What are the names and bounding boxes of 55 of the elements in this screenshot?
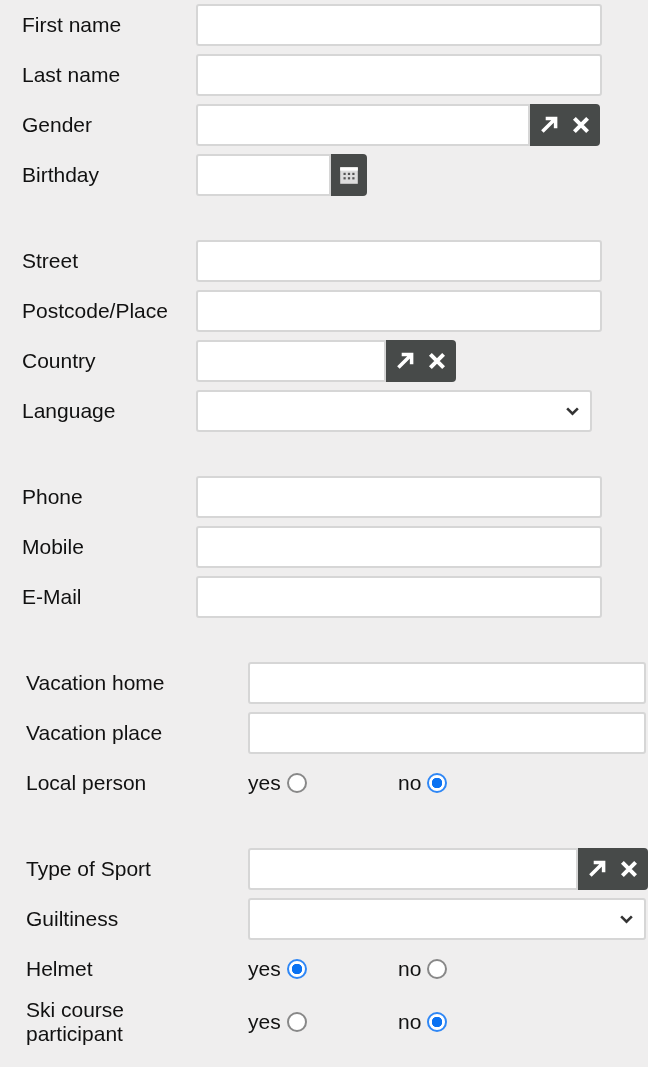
close-icon[interactable] <box>618 858 640 880</box>
radio-button[interactable] <box>427 773 448 793</box>
text-field[interactable] <box>248 712 646 754</box>
option-label: no <box>398 1010 422 1034</box>
arrow-icon[interactable] <box>586 858 608 880</box>
field-label: Last name <box>22 63 122 87</box>
field-label: Local person <box>25 771 148 795</box>
field-label: Vacation home <box>25 671 166 695</box>
radio-button[interactable] <box>286 959 307 979</box>
text-field[interactable] <box>196 526 602 568</box>
field-label: Birthday <box>22 163 101 187</box>
field-label: Guiltiness <box>25 907 120 931</box>
arrow-icon[interactable] <box>538 114 560 136</box>
option-label: yes <box>248 771 281 795</box>
field-label: Gender <box>22 113 94 137</box>
option-label: no <box>398 957 422 981</box>
lookup-field[interactable] <box>196 104 530 146</box>
option-label: no <box>398 771 422 795</box>
text-field[interactable] <box>248 662 646 704</box>
dropdown[interactable] <box>196 390 592 432</box>
option-label: yes <box>248 1010 281 1034</box>
date-field[interactable] <box>196 154 331 196</box>
option-label: yes <box>248 957 281 981</box>
arrow-icon[interactable] <box>394 350 416 372</box>
field-label: Ski course participant <box>25 998 126 1046</box>
field-label: First name <box>22 13 123 37</box>
field-label: Mobile <box>22 535 85 559</box>
text-field[interactable] <box>196 576 602 618</box>
chevron-down-icon <box>565 405 580 417</box>
field-label: Language <box>22 399 117 423</box>
text-field[interactable] <box>196 476 602 518</box>
dropdown[interactable] <box>248 898 646 940</box>
radio-button[interactable] <box>427 1012 448 1032</box>
field-label: E-Mail <box>22 585 83 609</box>
field-label: Street <box>22 249 80 273</box>
field-label: Country <box>22 349 97 373</box>
lookup-field[interactable] <box>248 848 578 890</box>
radio-button[interactable] <box>427 959 448 979</box>
calendar-button[interactable] <box>331 154 367 196</box>
field-label: Postcode/Place <box>22 299 169 323</box>
close-icon[interactable] <box>570 114 592 136</box>
text-field[interactable] <box>196 54 602 96</box>
lookup-field[interactable] <box>196 340 386 382</box>
field-label: Vacation place <box>25 721 164 745</box>
field-label: Type of Sport <box>25 857 152 881</box>
text-field[interactable] <box>196 290 602 332</box>
radio-button[interactable] <box>286 1012 307 1032</box>
field-label: Helmet <box>25 957 94 981</box>
chevron-down-icon <box>619 913 634 925</box>
close-icon[interactable] <box>426 350 448 372</box>
radio-button[interactable] <box>286 773 307 793</box>
text-field[interactable] <box>196 4 602 46</box>
text-field[interactable] <box>196 240 602 282</box>
field-label: Phone <box>22 485 84 509</box>
calendar-icon <box>338 164 360 186</box>
